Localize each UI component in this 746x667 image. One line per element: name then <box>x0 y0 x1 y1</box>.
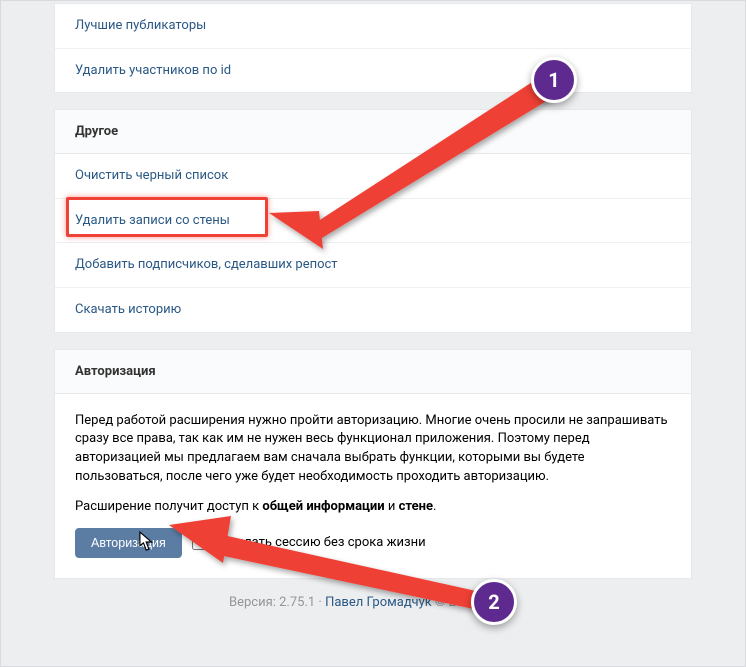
menu-item-delete-wall-posts[interactable]: Удалить записи со стены <box>55 199 691 244</box>
panel-other-header: Другое <box>55 110 691 154</box>
session-checkbox[interactable] <box>192 536 206 550</box>
auth-desc2-suffix: . <box>433 499 436 514</box>
panel-auth: Авторизация Перед работой расширения нуж… <box>54 349 692 579</box>
panel-auth-body: Перед работой расширения нужно пройти ав… <box>55 394 691 578</box>
panel-top: Лучшие публикаторы Удалить участников по… <box>54 3 692 93</box>
auth-actions: Авторизация - сделать сессию без срока ж… <box>55 528 691 578</box>
footer-author-link[interactable]: Павел Громадчук <box>325 595 432 610</box>
footer-version: Версия: 2.75.1 · <box>229 595 325 610</box>
footer-copyright: © 2016 - 2018 <box>435 595 517 610</box>
menu-item-best-publishers[interactable]: Лучшие публикаторы <box>55 4 691 49</box>
auth-desc-2: Расширение получит доступ к общей информ… <box>55 493 691 528</box>
session-checkbox-label: - сделать сессию без срока жизни <box>216 535 426 550</box>
auth-desc2-b2: стене <box>399 499 433 514</box>
auth-desc2-and: и <box>385 499 399 514</box>
app-viewport: Лучшие публикаторы Удалить участников по… <box>0 0 746 667</box>
auth-desc-1: Перед работой расширения нужно пройти ав… <box>55 394 691 493</box>
menu-item-delete-by-id[interactable]: Удалить участников по id <box>55 49 691 93</box>
auth-button[interactable]: Авторизация <box>75 528 182 558</box>
panel-auth-header: Авторизация <box>55 350 691 394</box>
menu-item-download-history[interactable]: Скачать историю <box>55 288 691 332</box>
panel-other-body: Очистить черный список Удалить записи со… <box>55 154 691 331</box>
panel-other: Другое Очистить черный список Удалить за… <box>54 109 692 332</box>
auth-desc2-prefix: Расширение получит доступ к <box>75 499 262 514</box>
panel-top-body: Лучшие публикаторы Удалить участников по… <box>55 4 691 92</box>
session-checkbox-box <box>192 536 206 550</box>
footer: Версия: 2.75.1 · Павел Громадчук © 2016 … <box>4 595 742 610</box>
auth-desc2-b1: общей информации <box>262 499 384 514</box>
menu-item-add-subscribers-reposted[interactable]: Добавить подписчиков, сделавших репост <box>55 243 691 288</box>
menu-item-clear-blacklist[interactable]: Очистить черный список <box>55 154 691 199</box>
